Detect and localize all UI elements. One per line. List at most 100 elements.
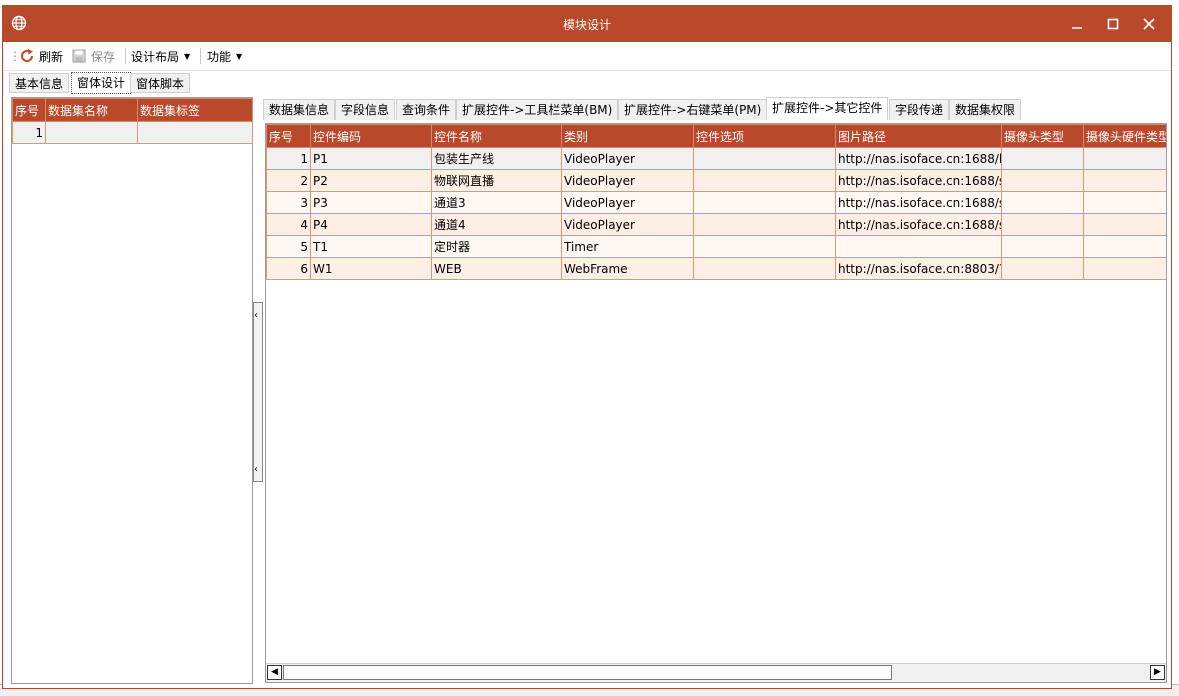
table-cell[interactable]: VideoPlayer (561, 213, 694, 236)
table-row[interactable]: 3 P3 通道3 VideoPlayer http://nas.isoface.… (266, 191, 1166, 214)
table-cell[interactable] (835, 235, 1002, 258)
table-cell[interactable] (1083, 147, 1166, 170)
row-number-cell[interactable]: 1 (12, 121, 46, 144)
maximize-icon (1107, 18, 1119, 30)
chevron-left-icon[interactable]: ‹ (254, 464, 258, 475)
tab-field-info[interactable]: 字段信息 (335, 99, 396, 120)
table-cell[interactable] (137, 121, 253, 144)
tab-field-transfer[interactable]: 字段传递 (889, 99, 950, 120)
row-number-cell[interactable]: 4 (266, 213, 311, 236)
table-row[interactable]: 1 P1 包装生产线 VideoPlayer http://nas.isofac… (266, 147, 1166, 170)
save-icon (72, 49, 86, 63)
table-cell[interactable] (693, 257, 836, 280)
column-header[interactable]: 摄像头硬件类型 (1083, 124, 1166, 148)
table-cell[interactable] (1001, 147, 1084, 170)
tab-ext-context-menu[interactable]: 扩展控件->右键菜单(PM) (618, 99, 768, 120)
table-cell[interactable]: VideoPlayer (561, 147, 694, 170)
horizontal-scrollbar[interactable]: ◀ ▶ (266, 663, 1166, 682)
table-cell[interactable] (1001, 257, 1084, 280)
table-cell[interactable]: WebFrame (561, 257, 694, 280)
table-row[interactable]: 5 T1 定时器 Timer (266, 235, 1166, 258)
refresh-icon (21, 49, 34, 62)
scroll-left-icon[interactable]: ◀ (267, 665, 282, 680)
table-cell[interactable]: 通道3 (431, 191, 562, 214)
table-cell[interactable]: http://nas.isoface.cn:1688/sa (835, 191, 1002, 214)
table-cell[interactable]: http://nas.isoface.cn:1688/sa (835, 169, 1002, 192)
column-header[interactable]: 序号 (12, 98, 46, 122)
scroll-right-icon[interactable]: ▶ (1150, 665, 1165, 680)
column-header[interactable]: 控件名称 (431, 124, 562, 148)
maximize-button[interactable] (1095, 6, 1131, 42)
table-cell[interactable] (1001, 191, 1084, 214)
table-cell[interactable] (1001, 169, 1084, 192)
tab-dataset-permissions[interactable]: 数据集权限 (949, 99, 1022, 120)
table-cell[interactable] (1001, 235, 1084, 258)
tab-basic-info[interactable]: 基本信息 (9, 73, 70, 93)
table-cell[interactable] (693, 235, 836, 258)
table-cell[interactable]: 包装生产线 (431, 147, 562, 170)
scrollbar-thumb[interactable] (283, 665, 892, 680)
table-cell[interactable] (45, 121, 138, 144)
table-cell[interactable] (693, 147, 836, 170)
table-cell[interactable]: VideoPlayer (561, 191, 694, 214)
column-header[interactable]: 图片路径 (835, 124, 1002, 148)
minimize-button[interactable] (1059, 6, 1095, 42)
row-number-cell[interactable]: 1 (266, 147, 311, 170)
table-cell[interactable]: 物联网直播 (431, 169, 562, 192)
table-cell[interactable]: P3 (310, 191, 432, 214)
table-cell[interactable] (693, 169, 836, 192)
table-cell[interactable] (693, 213, 836, 236)
table-cell[interactable]: http://nas.isoface.cn:1688/liv (835, 147, 1002, 170)
controls-table-header: 序号 控件编码 控件名称 类别 控件选项 图片路径 摄像头类型 摄像头硬件类型 (266, 124, 1166, 148)
table-cell[interactable]: W1 (310, 257, 432, 280)
refresh-button[interactable]: 刷新 (19, 46, 63, 66)
table-cell[interactable] (693, 191, 836, 214)
tab-ext-toolbar-menu[interactable]: 扩展控件->工具栏菜单(BM) (456, 99, 619, 120)
table-cell[interactable]: VideoPlayer (561, 169, 694, 192)
column-header[interactable]: 数据集名称 (45, 98, 138, 122)
title-bar[interactable]: 模块设计 (3, 6, 1171, 42)
table-cell[interactable]: P2 (310, 169, 432, 192)
table-cell[interactable] (1083, 169, 1166, 192)
close-icon (1143, 18, 1155, 30)
design-layout-menu[interactable]: 设计布局 ▼ (131, 46, 190, 66)
table-cell[interactable] (1083, 257, 1166, 280)
save-button[interactable]: 保存 (71, 46, 115, 66)
refresh-label: 刷新 (39, 49, 64, 64)
table-cell[interactable] (1083, 191, 1166, 214)
tab-form-design[interactable]: 窗体设计 (71, 72, 132, 94)
tab-form-script[interactable]: 窗体脚本 (130, 73, 191, 93)
table-cell[interactable]: P1 (310, 147, 432, 170)
column-header[interactable]: 控件选项 (693, 124, 836, 148)
column-header[interactable]: 控件编码 (310, 124, 432, 148)
table-cell[interactable]: http://nas.isoface.cn:8803/?f (835, 257, 1002, 280)
table-cell[interactable]: P4 (310, 213, 432, 236)
table-cell[interactable]: Timer (561, 235, 694, 258)
column-header[interactable]: 序号 (266, 124, 311, 148)
row-number-cell[interactable]: 6 (266, 257, 311, 280)
close-button[interactable] (1131, 6, 1167, 42)
table-row[interactable]: 2 P2 物联网直播 VideoPlayer http://nas.isofac… (266, 169, 1166, 192)
table-row[interactable]: 4 P4 通道4 VideoPlayer http://nas.isoface.… (266, 213, 1166, 236)
table-row[interactable]: 1 (12, 121, 253, 144)
column-header[interactable]: 类别 (561, 124, 694, 148)
tab-dataset-info[interactable]: 数据集信息 (263, 99, 336, 120)
chevron-left-icon[interactable]: ‹ (254, 310, 258, 321)
row-number-cell[interactable]: 3 (266, 191, 311, 214)
table-cell[interactable]: 定时器 (431, 235, 562, 258)
table-cell[interactable]: T1 (310, 235, 432, 258)
column-header[interactable]: 摄像头类型 (1001, 124, 1084, 148)
row-number-cell[interactable]: 5 (266, 235, 311, 258)
row-number-cell[interactable]: 2 (266, 169, 311, 192)
table-cell[interactable]: WEB (431, 257, 562, 280)
tab-ext-other-controls[interactable]: 扩展控件->其它控件 (766, 97, 889, 120)
tab-query-conditions[interactable]: 查询条件 (396, 99, 457, 120)
table-row[interactable]: 6 W1 WEB WebFrame http://nas.isoface.cn:… (266, 257, 1166, 280)
table-cell[interactable]: 通道4 (431, 213, 562, 236)
table-cell[interactable] (1083, 235, 1166, 258)
table-cell[interactable]: http://nas.isoface.cn:1688/sa (835, 213, 1002, 236)
table-cell[interactable] (1083, 213, 1166, 236)
column-header[interactable]: 数据集标签 (137, 98, 253, 122)
table-cell[interactable] (1001, 213, 1084, 236)
functions-menu[interactable]: 功能 ▼ (207, 46, 242, 66)
